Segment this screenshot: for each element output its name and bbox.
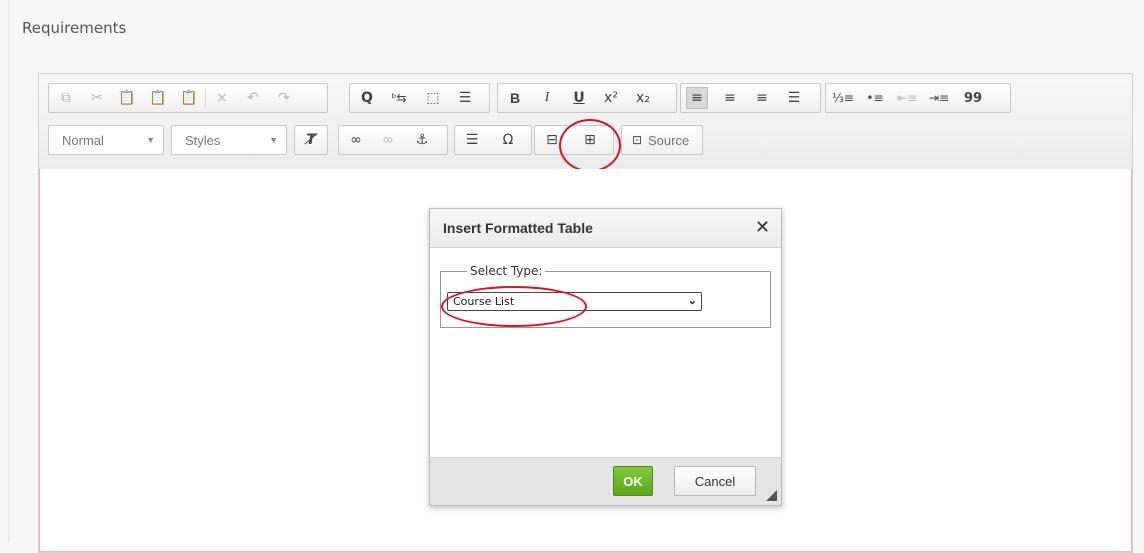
annotation-circle-table	[559, 119, 621, 172]
align-left-icon[interactable]: ≡	[686, 87, 708, 109]
cancel-button[interactable]: Cancel	[674, 466, 756, 496]
toolbar-group-find: Q ᵇ⇆ ⬚ ☰	[349, 83, 490, 113]
editor-toolbar: ⧉ ✂ 📋 📋 📋 ⨯ ↶ ↷ Q ᵇ⇆ ⬚ ☰ B I U x² x₂ ≡ ≡…	[39, 74, 1132, 172]
find-icon[interactable]: Q	[356, 87, 378, 109]
source-icon: ⊡	[631, 133, 643, 147]
subscript-icon[interactable]: x₂	[632, 87, 654, 109]
dialog-footer: OK Cancel	[430, 457, 781, 505]
dialog-title: Insert Formatted Table	[443, 220, 593, 236]
spellcheck-icon[interactable]: ☰	[454, 87, 476, 109]
toolbar-separator	[205, 89, 206, 109]
anchor-icon[interactable]: ⚓	[411, 129, 433, 151]
toolbar-group-insert: ☰ Ω	[454, 125, 532, 155]
bold-icon[interactable]: B	[504, 87, 526, 109]
undo-icon[interactable]: ↶	[242, 87, 264, 109]
unlink-icon[interactable]: ∞	[377, 129, 399, 151]
section-label: Requirements	[22, 19, 127, 37]
resize-grip-icon[interactable]	[766, 490, 777, 501]
chevron-down-icon: ▼	[146, 135, 155, 145]
fieldset-legend: Select Type:	[467, 264, 546, 278]
toolbar-group-clipboard: ⧉ ✂ 📋 📋 📋 ⨯ ↶ ↷	[48, 83, 328, 113]
clear-icon[interactable]: ⨯	[211, 87, 233, 109]
justify-icon[interactable]: ☰	[783, 87, 805, 109]
remove-format-icon[interactable]: Ⱦ	[300, 129, 322, 151]
horizontal-rule-icon[interactable]: ☰	[461, 129, 483, 151]
bulleted-list-icon[interactable]: •≡	[864, 87, 886, 109]
link-icon[interactable]: ∞	[345, 129, 367, 151]
insert-table-dialog: Insert Formatted Table ✕ Select Type: Co…	[429, 208, 782, 506]
annotation-circle-select	[441, 286, 587, 327]
page-edge	[8, 0, 9, 543]
copy-icon[interactable]: ⧉	[55, 87, 77, 109]
source-button-label: Source	[648, 133, 690, 148]
paste-icon[interactable]: 📋	[116, 87, 138, 109]
chevron-down-icon: ▼	[269, 135, 278, 145]
dialog-titlebar[interactable]: Insert Formatted Table ✕	[430, 209, 781, 248]
format-combo[interactable]: Normal ▼	[48, 125, 164, 155]
replace-icon[interactable]: ᵇ⇆	[388, 87, 410, 109]
close-icon[interactable]: ✕	[755, 217, 770, 238]
select-all-icon[interactable]: ⬚	[422, 87, 444, 109]
toolbar-group-list: ⅓≡ •≡ ⇤≡ ⇥≡ 99	[825, 83, 1011, 113]
toolbar-group-align: ≡ ≡ ≡ ☰	[680, 83, 821, 113]
paste-text-icon[interactable]: 📋	[147, 87, 169, 109]
ok-button[interactable]: OK	[613, 466, 653, 496]
format-combo-label: Normal	[62, 133, 104, 148]
toolbar-group-links: ∞ ∞ ⚓	[338, 125, 448, 155]
chevron-down-icon: ⌄	[687, 295, 697, 307]
align-center-icon[interactable]: ≡	[719, 87, 741, 109]
special-char-icon[interactable]: Ω	[497, 129, 519, 151]
source-button[interactable]: ⊡ Source	[621, 125, 703, 155]
superscript-icon[interactable]: x²	[600, 87, 622, 109]
toolbar-group-basicstyles: B I U x² x₂	[497, 83, 677, 113]
styles-combo[interactable]: Styles ▼	[171, 125, 287, 155]
redo-icon[interactable]: ↷	[273, 87, 295, 109]
toolbar-group-removeformat: Ⱦ	[294, 125, 328, 155]
numbered-list-icon[interactable]: ⅓≡	[832, 87, 854, 109]
styles-combo-label: Styles	[185, 133, 221, 148]
cut-icon[interactable]: ✂	[86, 87, 108, 109]
paste-word-icon[interactable]: 📋	[178, 87, 200, 109]
outdent-icon[interactable]: ⇤≡	[896, 87, 918, 109]
indent-icon[interactable]: ⇥≡	[928, 87, 950, 109]
align-right-icon[interactable]: ≡	[751, 87, 773, 109]
italic-icon[interactable]: I	[536, 87, 558, 109]
blockquote-icon[interactable]: 99	[962, 87, 984, 109]
underline-icon[interactable]: U	[568, 87, 590, 109]
